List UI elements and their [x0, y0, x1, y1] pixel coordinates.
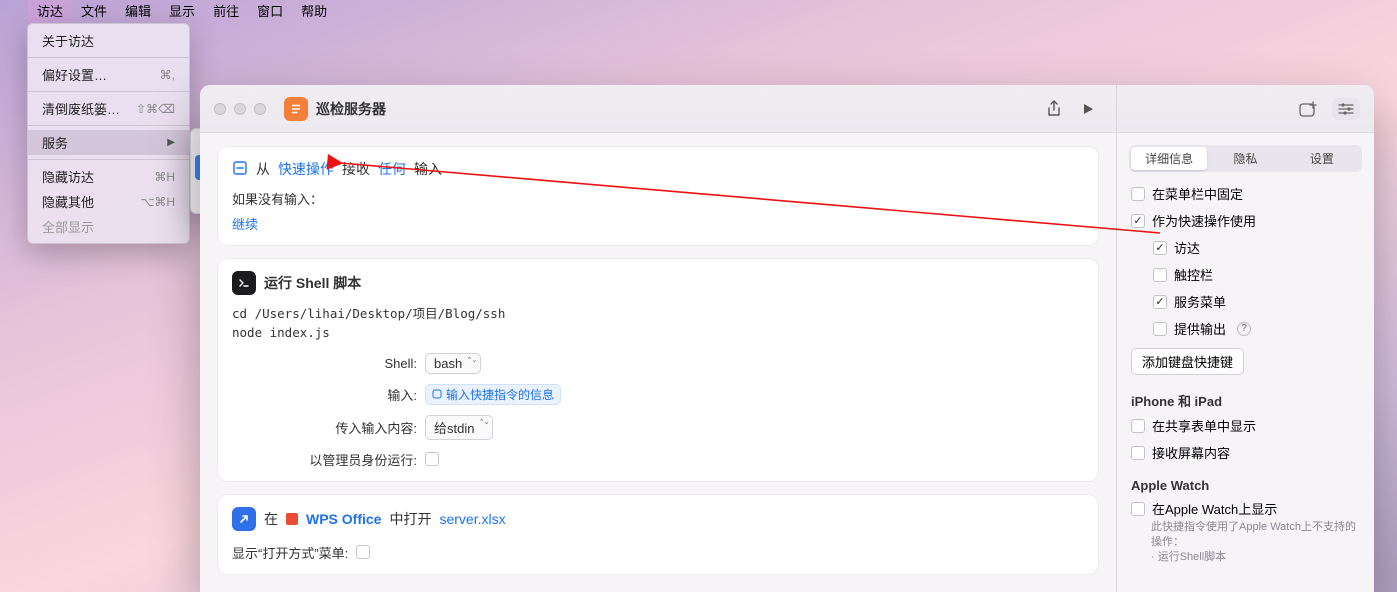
- ck-use-quick[interactable]: [1131, 214, 1145, 228]
- menu-file[interactable]: 文件: [72, 0, 116, 23]
- menubar: 访达 文件 编辑 显示 前往 窗口 帮助: [0, 0, 1397, 23]
- wps-icon: [286, 513, 298, 525]
- menu-finder[interactable]: 访达: [28, 0, 72, 23]
- help-icon[interactable]: ?: [1237, 322, 1251, 336]
- select-pass-as[interactable]: 给stdin: [425, 415, 493, 440]
- play-icon[interactable]: [1074, 98, 1102, 120]
- share-icon[interactable]: [1040, 98, 1068, 120]
- link-continue[interactable]: 继续: [232, 217, 258, 232]
- workflow-canvas: 从 快速操作 接收 任何 输入 如果没有输入： 继续 运行 Shell 脚本 c…: [200, 133, 1116, 592]
- ck-recv-screen[interactable]: [1131, 446, 1145, 460]
- ck-touchbar[interactable]: [1153, 268, 1167, 282]
- link-wps-app[interactable]: WPS Office: [306, 511, 381, 527]
- menu-help[interactable]: 帮助: [292, 0, 336, 23]
- seg-privacy[interactable]: 隐私: [1207, 147, 1283, 170]
- traffic-minimize[interactable]: [234, 103, 246, 115]
- menu-edit[interactable]: 编辑: [116, 0, 160, 23]
- ck-provide-output[interactable]: [1153, 322, 1167, 336]
- ck-services-menu[interactable]: [1153, 295, 1167, 309]
- link-any[interactable]: 任何: [378, 159, 406, 179]
- menu-hide-others[interactable]: 隐藏其他⌥⌘H: [28, 189, 189, 214]
- card-open-file: 在 WPS Office 中打开 server.xlsx 显示“打开方式”菜单:: [218, 495, 1098, 574]
- shortcut-app-icon: [284, 97, 308, 121]
- ck-share-sheet[interactable]: [1131, 419, 1145, 433]
- seg-settings[interactable]: 设置: [1284, 147, 1360, 170]
- traffic-close[interactable]: [214, 103, 226, 115]
- checkbox-show-open-with[interactable]: [356, 545, 370, 559]
- chip-shortcut-input[interactable]: 输入快捷指令的信息: [425, 384, 561, 405]
- card-run-shell: 运行 Shell 脚本 cd /Users/lihai/Desktop/项目/B…: [218, 259, 1098, 481]
- traffic-zoom[interactable]: [254, 103, 266, 115]
- menu-show-all: 全部显示: [28, 214, 189, 239]
- terminal-icon: [232, 271, 256, 295]
- inspector-panel: 详细信息 隐私 设置 在菜单栏中固定 作为快速操作使用 访达 触控栏 服务菜单 …: [1116, 133, 1374, 592]
- inspector-segmented[interactable]: 详细信息 隐私 设置: [1129, 145, 1362, 172]
- menu-services[interactable]: 服务▶: [28, 130, 189, 155]
- checkbox-admin[interactable]: [425, 452, 439, 466]
- chevron-right-icon: ▶: [167, 137, 175, 148]
- settings-sliders-icon[interactable]: [1332, 98, 1360, 120]
- section-ios: iPhone 和 iPad: [1117, 375, 1374, 416]
- ck-pin-menubar[interactable]: [1131, 187, 1145, 201]
- menu-hide-finder[interactable]: 隐藏访达⌘H: [28, 164, 189, 189]
- shortcuts-editor-window: 巡检服务器: [200, 85, 1374, 592]
- select-shell[interactable]: bash: [425, 353, 481, 374]
- btn-add-shortcut[interactable]: 添加键盘快捷键: [1131, 348, 1244, 375]
- window-title: 巡检服务器: [316, 99, 386, 119]
- card-receive-input: 从 快速操作 接收 任何 输入 如果没有输入： 继续: [218, 147, 1098, 245]
- no-input-label: 如果没有输入：: [232, 189, 1084, 208]
- shell-script-content[interactable]: cd /Users/lihai/Desktop/项目/Blog/ssh node…: [232, 305, 1084, 343]
- menu-preferences[interactable]: 偏好设置…⌘,: [28, 62, 189, 87]
- card-shell-title: 运行 Shell 脚本: [264, 273, 361, 293]
- titlebar: 巡检服务器: [200, 85, 1116, 133]
- section-watch: Apple Watch: [1117, 462, 1374, 499]
- menu-window[interactable]: 窗口: [248, 0, 292, 23]
- open-app-icon: [232, 507, 256, 531]
- add-action-icon[interactable]: [1294, 98, 1322, 120]
- menu-empty-trash[interactable]: 清倒废纸篓…⇧⌘⌫: [28, 96, 189, 121]
- ck-watch-show[interactable]: [1131, 502, 1145, 516]
- menu-about-finder[interactable]: 关于访达: [28, 28, 189, 53]
- watch-note: 此快捷指令使用了Apple Watch上不支持的操作：· 运行Shell脚本: [1117, 518, 1374, 569]
- input-type-icon: [232, 160, 248, 179]
- menu-view[interactable]: 显示: [160, 0, 204, 23]
- finder-dropdown: 关于访达 偏好设置…⌘, 清倒废纸篓…⇧⌘⌫ 服务▶ 隐藏访达⌘H 隐藏其他⌥⌘…: [27, 23, 190, 244]
- link-file[interactable]: server.xlsx: [439, 511, 505, 527]
- seg-details[interactable]: 详细信息: [1131, 147, 1207, 170]
- ck-finder[interactable]: [1153, 241, 1167, 255]
- link-quick-action[interactable]: 快速操作: [278, 159, 334, 179]
- menu-go[interactable]: 前往: [204, 0, 248, 23]
